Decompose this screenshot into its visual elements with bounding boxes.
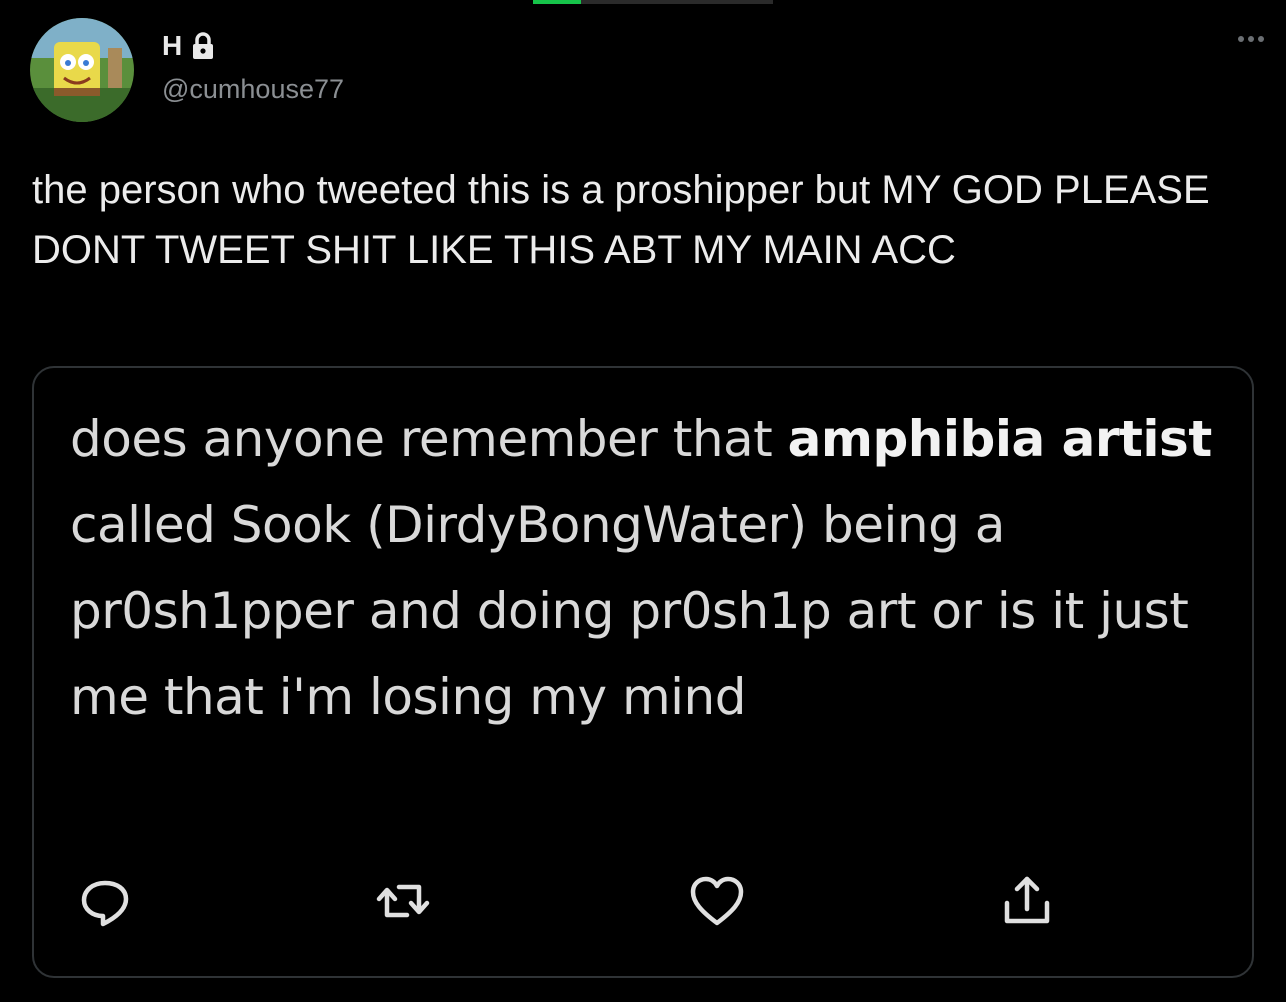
display-name[interactable]: H — [162, 30, 182, 62]
more-options-icon[interactable] — [1238, 36, 1264, 42]
quoted-text-segment: does anyone remember that — [70, 410, 788, 468]
reply-icon — [81, 880, 129, 927]
quoted-tweet-text: does anyone remember that amphibia artis… — [70, 396, 1240, 740]
progress-accent — [533, 0, 581, 4]
author-handle[interactable]: @cumhouse77 — [162, 74, 344, 105]
quoted-tweet-card[interactable]: does anyone remember that amphibia artis… — [32, 366, 1254, 978]
spongebob-avatar-icon — [30, 18, 134, 122]
display-name-row: H — [162, 30, 218, 62]
retweet-icon — [376, 884, 430, 918]
reply-button[interactable] — [70, 866, 140, 936]
lock-icon — [188, 30, 218, 62]
share-icon — [1004, 876, 1050, 924]
quoted-text-segment: called Sook (DirdyBongWater) being a pr0… — [70, 496, 1189, 726]
avatar[interactable] — [30, 18, 134, 122]
heart-icon — [690, 876, 744, 926]
retweet-button[interactable] — [368, 866, 438, 936]
action-bar — [70, 866, 1070, 936]
share-button[interactable] — [992, 866, 1062, 936]
quoted-text-bold-segment: amphibia artist — [787, 410, 1213, 468]
top-progress-bar — [533, 0, 773, 4]
tweet-text: the person who tweeted this is a proship… — [32, 168, 1210, 272]
like-button[interactable] — [682, 866, 752, 936]
